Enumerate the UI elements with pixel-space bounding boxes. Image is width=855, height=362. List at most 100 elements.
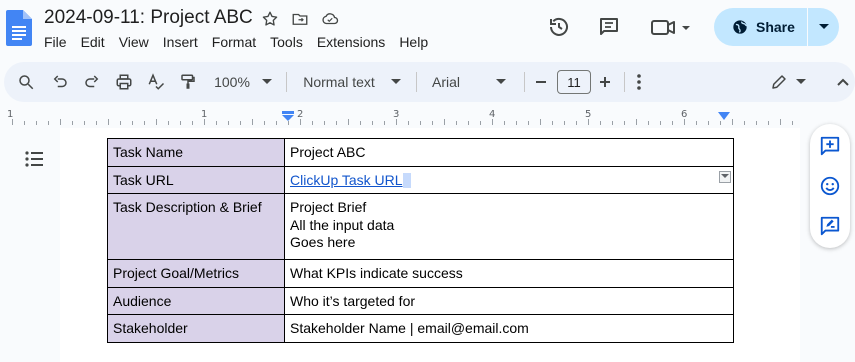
menu-file[interactable]: File xyxy=(44,34,67,50)
ruler-tick xyxy=(432,121,433,125)
redo-icon[interactable] xyxy=(78,62,106,102)
ruler-tick xyxy=(336,121,337,125)
ruler-tick xyxy=(684,119,685,125)
spellcheck-icon[interactable] xyxy=(142,62,170,102)
editing-mode-icon[interactable] xyxy=(766,62,810,102)
hide-menus-icon[interactable] xyxy=(834,62,852,102)
row-value[interactable]: Who it’s targeted for xyxy=(284,286,734,315)
ruler-tick xyxy=(480,121,481,125)
link-chip-dropdown-icon[interactable] xyxy=(719,170,731,183)
row-key[interactable]: Project Goal/Metrics xyxy=(107,259,285,288)
suggest-edits-icon[interactable] xyxy=(818,214,842,238)
globe-icon xyxy=(733,20,747,34)
row-key[interactable]: Stakeholder xyxy=(107,314,285,343)
zoom-select[interactable]: 100% xyxy=(210,62,276,102)
ruler-tick xyxy=(384,121,385,125)
ruler-tick xyxy=(552,121,553,125)
table-row: Task URL ClickUp Task URL xyxy=(107,165,734,194)
ruler-tick xyxy=(216,121,217,125)
cell-text: Who it’s targeted for xyxy=(290,292,416,309)
menu-extensions[interactable]: Extensions xyxy=(317,34,385,50)
comments-icon[interactable] xyxy=(596,14,622,40)
ruler-tick xyxy=(276,121,277,125)
add-comment-icon[interactable] xyxy=(818,134,842,158)
clickup-task-link[interactable]: ClickUp Task URL xyxy=(290,172,403,188)
menu-bar: File Edit View Insert Format Tools Exten… xyxy=(44,34,442,50)
cell-text: What KPIs indicate success xyxy=(290,265,463,281)
document-title[interactable]: 2024-09-11: Project ABC xyxy=(44,7,253,29)
ruler-tick xyxy=(516,121,517,125)
more-options-icon[interactable] xyxy=(628,62,650,102)
menu-view[interactable]: View xyxy=(119,34,149,50)
ruler-tick xyxy=(600,121,601,125)
cell-text: Project Brief xyxy=(290,199,367,215)
text-selection xyxy=(402,173,411,189)
share-label: Share xyxy=(756,19,795,35)
menu-tools[interactable]: Tools xyxy=(270,34,303,50)
menu-insert[interactable]: Insert xyxy=(163,34,198,50)
row-value[interactable]: ClickUp Task URL xyxy=(284,165,734,194)
row-value[interactable]: What KPIs indicate success xyxy=(284,259,734,288)
row-key[interactable]: Task Name xyxy=(107,138,285,167)
ruler-tick xyxy=(648,121,649,125)
move-folder-icon[interactable] xyxy=(290,9,310,29)
version-history-icon[interactable] xyxy=(546,14,572,40)
ruler-tick xyxy=(324,121,325,125)
ruler-tick xyxy=(72,121,73,125)
document-outline-icon[interactable] xyxy=(24,148,46,170)
ruler-tick xyxy=(732,119,733,125)
ruler-tick xyxy=(624,121,625,125)
meet-video-icon[interactable] xyxy=(650,14,694,40)
table-row: Project Goal/Metrics What KPIs indicate … xyxy=(107,259,734,288)
row-key[interactable]: Task Description & Brief xyxy=(107,193,285,260)
row-value[interactable]: Stakeholder Name | email@email.com xyxy=(284,314,734,343)
increase-font-size-icon[interactable] xyxy=(594,62,616,102)
decrease-font-size-icon[interactable] xyxy=(530,62,552,102)
row-key[interactable]: Task URL xyxy=(107,165,285,194)
ruler-tick xyxy=(96,121,97,125)
chevron-down-icon xyxy=(796,79,806,84)
horizontal-ruler[interactable]: 1 1 2 3 4 5 6 xyxy=(0,106,800,126)
toolbar: 100% Normal text Arial 11 xyxy=(4,62,855,102)
chevron-down-icon xyxy=(261,79,272,84)
ruler-tick xyxy=(264,121,265,125)
cloud-saved-icon[interactable] xyxy=(320,9,340,29)
ruler-tick xyxy=(168,121,169,125)
left-indent-marker-icon[interactable] xyxy=(281,111,295,123)
menu-edit[interactable]: Edit xyxy=(81,34,105,50)
star-icon[interactable] xyxy=(260,9,280,29)
search-menus-icon[interactable] xyxy=(12,62,40,102)
row-value[interactable]: Project Brief All the input data Goes he… xyxy=(284,193,734,260)
share-button[interactable]: Share xyxy=(714,8,807,46)
side-actions-panel xyxy=(810,124,850,248)
right-indent-marker-icon[interactable] xyxy=(718,112,730,122)
ruler-tick xyxy=(180,121,181,125)
docs-logo-icon[interactable] xyxy=(6,10,32,46)
ruler-tick xyxy=(540,119,541,125)
ruler-tick xyxy=(756,121,757,125)
ruler-tick xyxy=(396,119,397,125)
menu-format[interactable]: Format xyxy=(212,34,256,50)
print-icon[interactable] xyxy=(110,62,138,102)
ruler-tick xyxy=(120,121,121,125)
ruler-tick xyxy=(12,119,13,125)
ruler-tick xyxy=(792,121,793,125)
ruler-tick xyxy=(612,121,613,125)
row-key[interactable]: Audience xyxy=(107,286,285,315)
undo-icon[interactable] xyxy=(46,62,74,102)
ruler-tick xyxy=(204,119,205,125)
add-emoji-reaction-icon[interactable] xyxy=(818,174,842,198)
chevron-down-icon xyxy=(496,79,507,84)
menu-help[interactable]: Help xyxy=(399,34,428,50)
ruler-tick xyxy=(132,121,133,125)
font-size-input[interactable]: 11 xyxy=(557,70,591,94)
paint-format-icon[interactable] xyxy=(174,62,202,102)
ruler-tick xyxy=(768,121,769,125)
cell-text: Project ABC xyxy=(290,144,366,160)
ruler-tick xyxy=(84,121,85,125)
ruler-tick xyxy=(744,121,745,125)
row-value[interactable]: Project ABC xyxy=(284,138,734,167)
paragraph-style-select[interactable]: Normal text xyxy=(296,62,408,102)
font-family-select[interactable]: Arial xyxy=(424,62,520,102)
share-dropdown-icon[interactable] xyxy=(808,8,839,46)
